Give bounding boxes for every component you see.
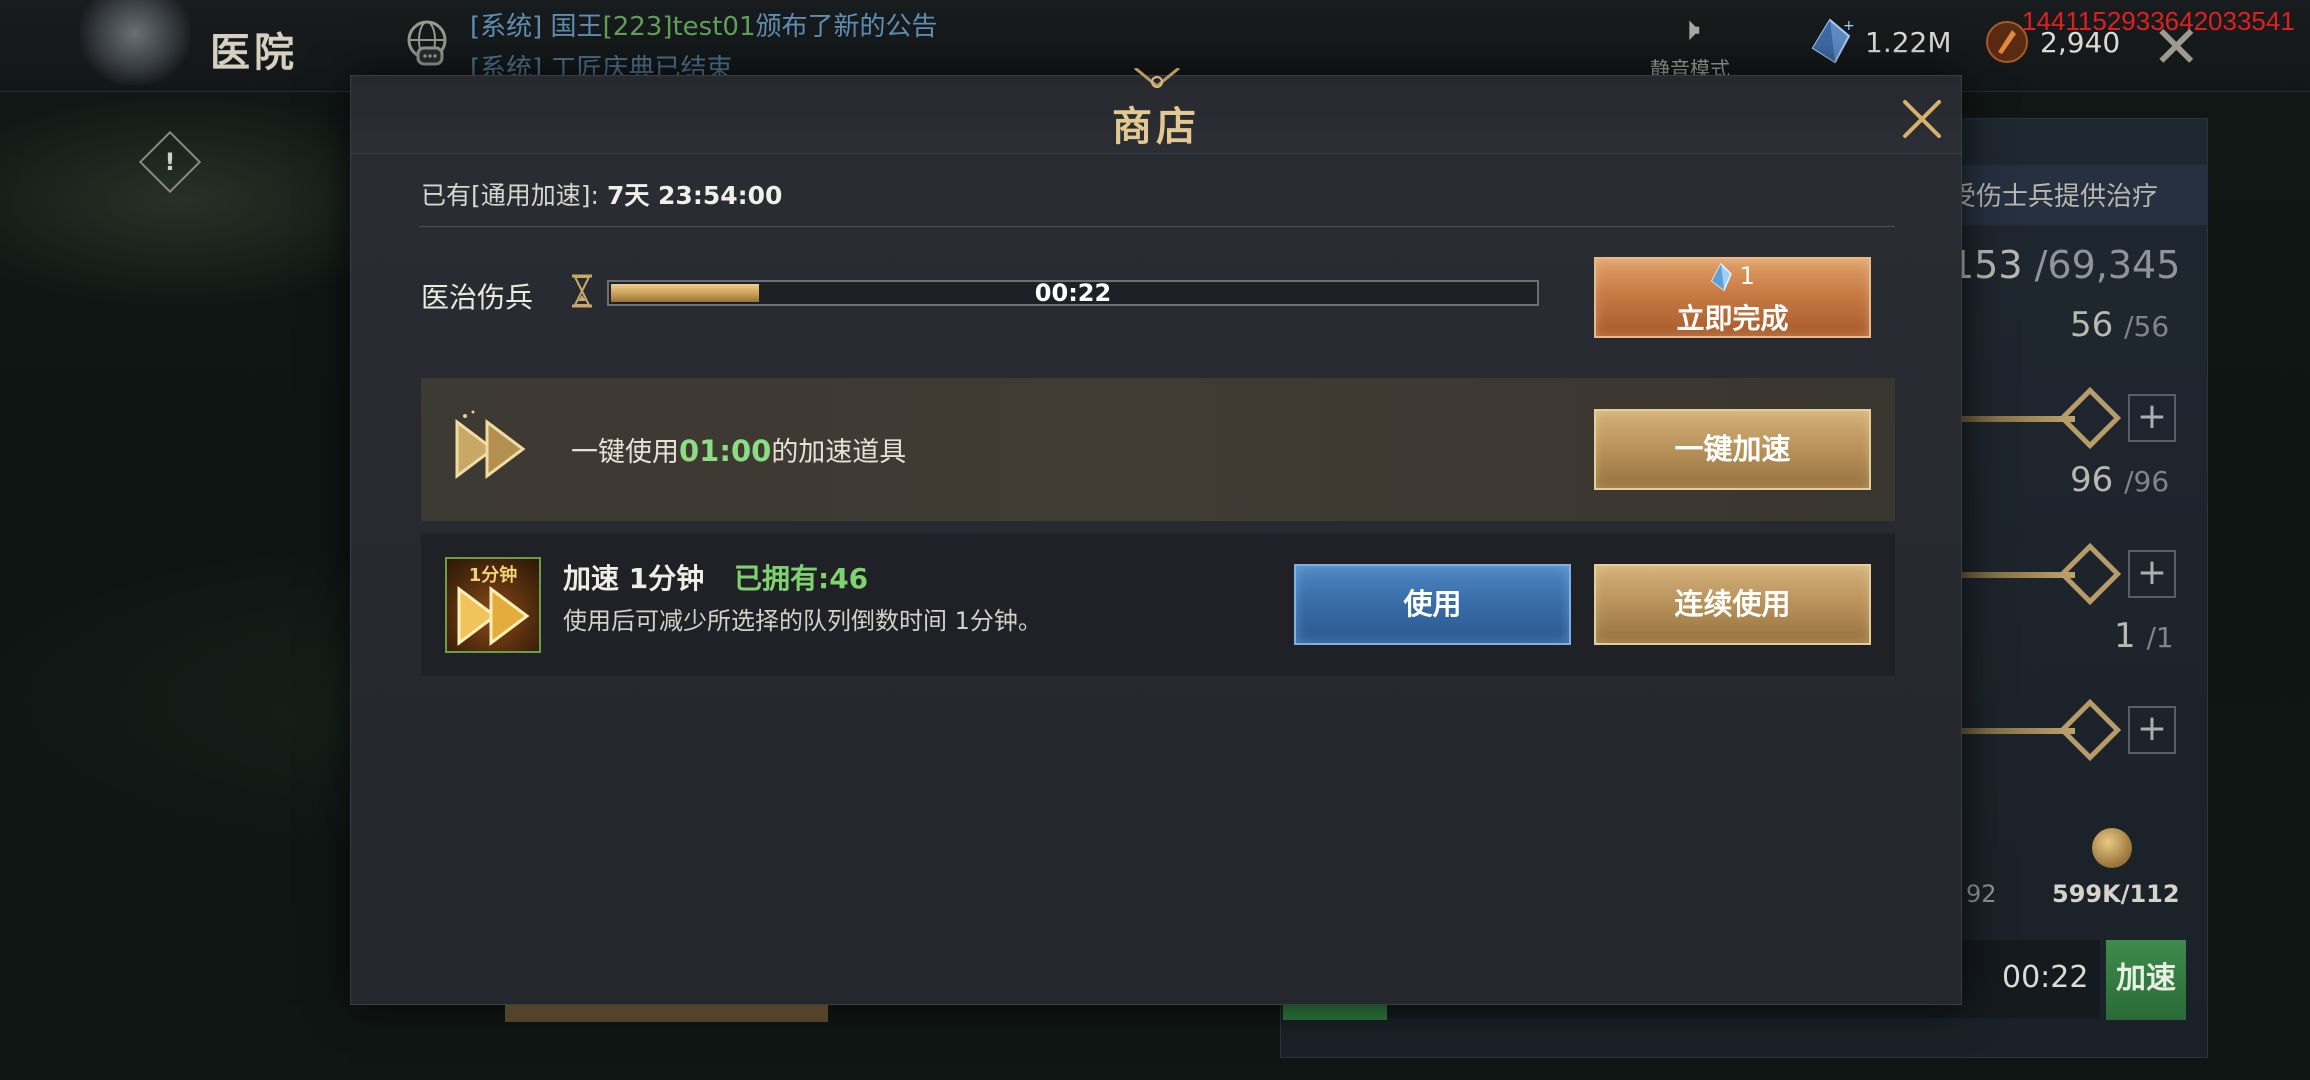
count-max: /69,345	[2034, 243, 2181, 287]
svg-text:+: +	[1843, 18, 1855, 34]
divider	[419, 226, 1895, 227]
finish-now-label: 立即完成	[1676, 302, 1789, 335]
gem-amount: 1.22M	[1865, 26, 1952, 59]
mute-icon: 🕨︎	[1679, 10, 1701, 48]
ornament-icon	[1134, 68, 1180, 88]
chat-message-highlight: [223]test01	[602, 12, 756, 42]
item-description: 使用后可减少所选择的队列倒数时间 1分钟。	[563, 607, 1042, 635]
one-click-speedup-button[interactable]: 一键加速	[1594, 409, 1871, 490]
item-icon-tag: 1分钟	[468, 565, 518, 586]
task-progress-bar: 00:22	[607, 280, 1539, 306]
chat-message-suffix: 颁布了新的公告	[755, 12, 938, 42]
hospital-description: 受伤士兵提供治疗	[1950, 182, 2159, 212]
plus-button[interactable]: +	[2128, 706, 2176, 754]
cost-a: 92	[1966, 880, 1997, 908]
one-click-boost-row: 一键使用01:00的加速道具 一键加速	[421, 378, 1895, 521]
diamond-icon	[1711, 262, 1732, 292]
item-name: 加速 1分钟	[563, 562, 705, 595]
speedup-item-icon: 1分钟	[445, 557, 541, 653]
close-icon[interactable]	[1899, 96, 1945, 142]
item-owned-count: 已拥有:46	[734, 562, 869, 595]
chat-message-1[interactable]: [系统] 国王[223]test01颁布了新的公告	[470, 6, 938, 43]
row-max: /1	[2146, 621, 2174, 654]
row-value: 1	[2114, 616, 2136, 656]
finish-cost: 1	[1596, 262, 1869, 292]
one-click-description: 一键使用01:00的加速道具	[571, 430, 906, 469]
use-button[interactable]: 使用	[1294, 564, 1571, 645]
gem-icon: +	[1811, 18, 1855, 64]
speedup-item-row: 1分钟 加速 1分钟 已拥有:46 使用后可减少所选择的队列倒数时间 1分钟。 …	[421, 533, 1895, 676]
modal-title: 商店	[1112, 103, 1200, 150]
owned-speedups: 已有[通用加速]: 7天 23:54:00	[421, 176, 782, 212]
troop-row-value: 96 /96	[2070, 460, 2169, 500]
helmet-icon	[80, 0, 190, 85]
modal-header: 商店	[351, 68, 1961, 154]
close-icon[interactable]: ✕	[2152, 18, 2201, 76]
task-timer: 00:22	[1034, 279, 1112, 307]
page-title: 医院	[210, 29, 298, 76]
one-click-text-before: 一键使用	[571, 437, 679, 468]
finish-cost-value: 1	[1739, 262, 1755, 290]
troop-row-value: 1 /1	[2114, 616, 2174, 656]
speed-up-button[interactable]: 加速	[2106, 940, 2186, 1020]
shop-modal: 商店 已有[通用加速]: 7天 23:54:00 医治伤兵 00:22 1 立即完…	[350, 68, 1962, 1005]
plus-button[interactable]: +	[2128, 394, 2176, 442]
cost-b: 599K/112	[2052, 880, 2180, 908]
continuous-use-button[interactable]: 连续使用	[1594, 564, 1871, 645]
chat-icon[interactable]	[402, 18, 452, 70]
one-click-time: 01:00	[679, 434, 772, 468]
hospital-count: 153 /69,345	[1950, 243, 2180, 287]
heal-timer: 00:22	[2002, 960, 2089, 995]
coin-icon	[2092, 828, 2132, 868]
fast-forward-icon	[457, 586, 530, 646]
row-max: /96	[2124, 465, 2170, 498]
hourglass-icon	[572, 274, 592, 308]
owned-value: 7天 23:54:00	[606, 181, 783, 210]
chat-message-prefix: [系统] 国王	[470, 12, 603, 42]
troop-slider[interactable]	[1960, 416, 2075, 422]
row-max: /56	[2124, 310, 2170, 343]
troop-slider[interactable]	[1960, 572, 2075, 578]
task-label: 医治伤兵	[421, 281, 534, 314]
troop-row-value: 56 /56	[2070, 305, 2169, 345]
troop-slider[interactable]	[1960, 728, 2075, 734]
one-click-text-after: 的加速道具	[771, 437, 907, 468]
row-value: 56	[2070, 305, 2114, 345]
fast-forward-icon	[455, 410, 526, 479]
finish-now-button[interactable]: 1 立即完成	[1594, 257, 1871, 338]
owned-label: 已有[通用加速]:	[421, 181, 599, 210]
plus-button[interactable]: +	[2128, 550, 2176, 598]
mute-toggle[interactable]: 🕨︎ 静音模式	[1630, 10, 1750, 81]
row-value: 96	[2070, 460, 2114, 500]
